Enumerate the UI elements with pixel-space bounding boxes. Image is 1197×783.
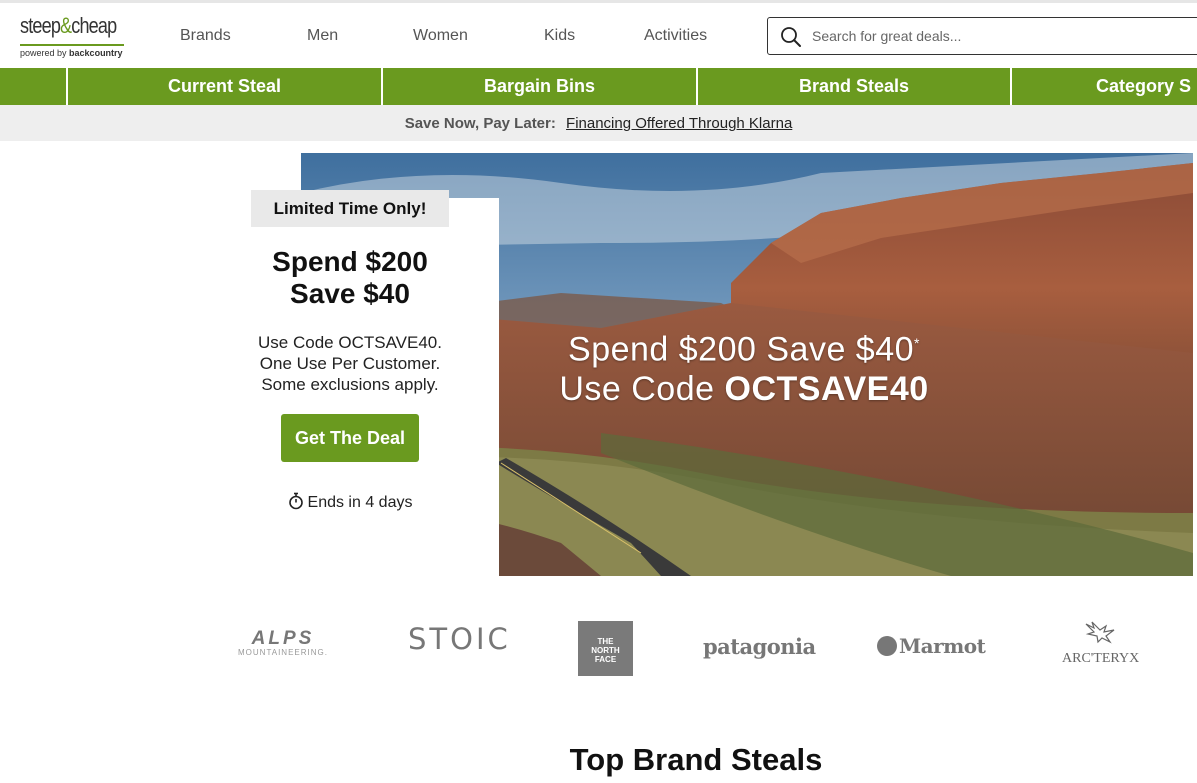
financing-lead: Save Now, Pay Later: (404, 115, 556, 132)
deal-description: Use Code OCTSAVE40. One Use Per Customer… (258, 333, 442, 394)
brand-logo-stoic[interactable]: STOIC (408, 622, 508, 656)
tab-category-steals[interactable]: Category S (1012, 68, 1197, 105)
marmot-icon (877, 636, 897, 656)
nav-women[interactable]: Women (413, 27, 468, 45)
search-icon[interactable] (779, 25, 803, 49)
category-bar: Current Steal Bargain Bins Brand Steals … (0, 68, 1197, 105)
logo-wordmark: steep&cheap (20, 13, 117, 38)
nav-activities[interactable]: Activities (644, 27, 707, 45)
tab-bargain-bins[interactable]: Bargain Bins (383, 68, 696, 105)
brand-logo-arcteryx[interactable]: ARC'TERYX (1062, 618, 1139, 667)
hero-line-1: Spend $200 Save $40* (568, 330, 920, 369)
tab-current-steal[interactable]: Current Steal (68, 68, 381, 105)
tab-brand-steals[interactable]: Brand Steals (698, 68, 1010, 105)
brand-logo-the-north-face[interactable]: THE NORTH FACE (578, 621, 633, 676)
nav-brands[interactable]: Brands (180, 27, 231, 45)
limited-time-badge: Limited Time Only! (251, 190, 449, 227)
klarna-link[interactable]: Financing Offered Through Klarna (566, 115, 792, 132)
search-input[interactable] (812, 26, 1192, 46)
financing-banner: Save Now, Pay Later: Financing Offered T… (0, 105, 1197, 141)
logo-underline (20, 44, 124, 46)
brand-logo-patagonia[interactable]: patagonia (703, 634, 816, 659)
section-title: Top Brand Steals (569, 742, 823, 777)
archaeopteryx-icon (1085, 621, 1115, 644)
nav-kids[interactable]: Kids (544, 27, 575, 45)
stopwatch-icon (288, 492, 303, 510)
get-the-deal-button[interactable]: Get The Deal (281, 414, 419, 462)
hero-line-2: Use Code OCTSAVE40 (559, 370, 929, 409)
logo-tagline: powered by backcountry (20, 48, 123, 58)
site-header: steep&cheap powered by backcountry Brand… (0, 3, 1197, 68)
hero-headline: Spend $200 Save $40* Use Code OCTSAVE40 (499, 323, 989, 409)
nav-men[interactable]: Men (307, 27, 338, 45)
deal-timer: Ends in 4 days (210, 492, 490, 512)
site-logo[interactable]: steep&cheap powered by backcountry (20, 13, 126, 63)
search-box[interactable] (767, 17, 1197, 55)
deal-headline: Spend $200 Save $40 (272, 246, 428, 309)
brand-logo-marmot[interactable]: Marmot (877, 634, 986, 658)
brand-logo-alps[interactable]: ALPS MOUNTAINEERING. (232, 629, 334, 657)
